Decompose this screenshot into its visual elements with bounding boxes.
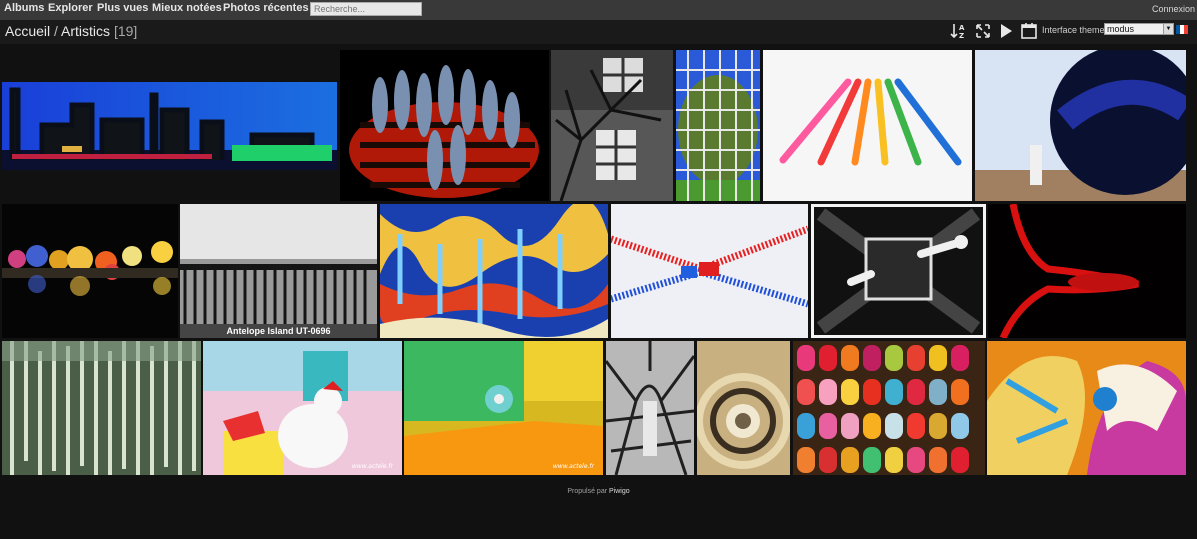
thumbnail-image [811, 204, 986, 338]
calendar-button[interactable] [1019, 21, 1039, 41]
footer-powered-by: Propulsé par [567, 488, 608, 495]
thumbnail[interactable] [2, 204, 178, 338]
thumbnail-image [606, 341, 694, 475]
svg-text:A: A [959, 24, 965, 32]
login-link[interactable]: Connexion [1152, 4, 1195, 14]
menu-recent-photos[interactable]: Photos récentes [223, 2, 309, 14]
thumbnail[interactable] [676, 50, 760, 201]
breadcrumb-home[interactable]: Accueil [5, 23, 50, 39]
theme-label: Interface theme: [1042, 25, 1108, 35]
svg-text:www.actele.fr: www.actele.fr [352, 463, 394, 470]
title-bar: Accueil / Artistics [19] A Z Interface t… [0, 20, 1197, 44]
thumbnail-caption: Antelope Island UT-0696 [180, 324, 377, 338]
thumbnail-image [763, 50, 972, 201]
thumbnail[interactable]: www.actele.fr [203, 341, 402, 475]
thumbnail[interactable] [2, 341, 201, 475]
thumbnail-image [975, 50, 1186, 201]
thumbnail[interactable] [606, 341, 694, 475]
breadcrumb: Accueil / Artistics [19] [5, 23, 137, 39]
thumbnail-image: www.actele.fr [203, 341, 402, 475]
fullscreen-button[interactable] [973, 21, 993, 41]
thumbnail-image [340, 50, 549, 201]
thumbnail[interactable] [975, 50, 1186, 201]
album-photo-count: [19] [113, 23, 138, 39]
menu-best-rated[interactable]: Mieux notées [152, 2, 222, 14]
thumbnail[interactable] [611, 204, 808, 338]
thumbnail-image [551, 50, 673, 201]
thumbnail[interactable] [697, 341, 790, 475]
thumbnail-image [380, 204, 608, 338]
thumbnail-image [987, 341, 1186, 475]
top-menubar: Albums Explorer Plus vues Mieux notées P… [0, 0, 1197, 20]
theme-select[interactable]: modus ▼ [1104, 23, 1174, 35]
menu-albums[interactable]: Albums [4, 2, 44, 14]
calendar-icon [1021, 23, 1037, 39]
expand-arrows-icon [976, 24, 990, 38]
menu-most-viewed[interactable]: Plus vues [97, 2, 148, 14]
thumbnail[interactable] [763, 50, 972, 201]
thumbnail[interactable] [811, 204, 986, 338]
footer-piwigo-link[interactable]: Piwigo [609, 488, 630, 495]
fr-flag-icon[interactable] [1176, 25, 1188, 34]
svg-text:Z: Z [959, 32, 964, 40]
thumbnail[interactable] [793, 341, 985, 475]
menu-explore[interactable]: Explorer [48, 2, 93, 14]
thumbnail[interactable] [987, 341, 1186, 475]
thumbnail-image: www.actele.fr [404, 341, 603, 475]
thumbnail[interactable]: Antelope Island UT-0696 [180, 204, 377, 338]
svg-text:www.actele.fr: www.actele.fr [553, 463, 595, 470]
thumbnail-image [697, 341, 790, 475]
play-icon [1001, 24, 1012, 38]
breadcrumb-album[interactable]: Artistics [61, 23, 110, 39]
thumbnail[interactable] [340, 50, 549, 201]
thumbnail[interactable] [551, 50, 673, 201]
thumbnail-image [2, 204, 178, 338]
footer: Propulsé par Piwigo [0, 488, 1197, 495]
thumbnail[interactable] [380, 204, 608, 338]
thumbnail[interactable]: www.actele.fr [404, 341, 603, 475]
thumbnail-image [2, 82, 337, 170]
theme-select-value: modus [1107, 24, 1135, 34]
search-input[interactable] [310, 2, 422, 16]
thumbnail-image [611, 204, 808, 338]
sort-button[interactable]: A Z [949, 21, 969, 41]
thumbnail-image [793, 341, 985, 475]
thumbnail-image [676, 50, 760, 201]
thumbnail-image [180, 204, 377, 338]
sort-az-icon: A Z [950, 24, 965, 40]
chevron-down-icon: ▼ [1163, 24, 1173, 34]
breadcrumb-separator: / [54, 23, 58, 39]
thumbnail-image [2, 341, 201, 475]
thumbnail[interactable] [2, 50, 337, 201]
slideshow-button[interactable] [996, 21, 1016, 41]
thumbnail-image [988, 204, 1186, 338]
thumbnail[interactable] [988, 204, 1186, 338]
